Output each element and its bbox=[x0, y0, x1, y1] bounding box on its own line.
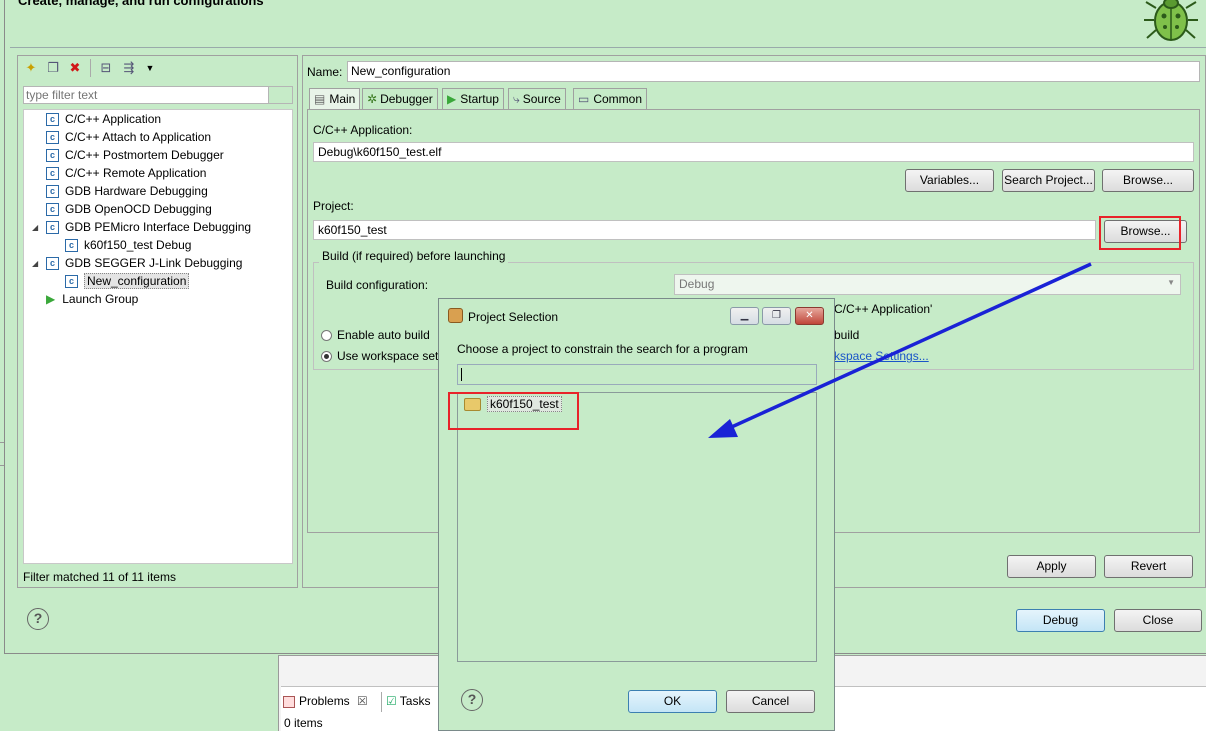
build-group-legend: Build (if required) before launching bbox=[319, 249, 509, 263]
radio-selected-icon bbox=[321, 351, 332, 363]
variables-button[interactable]: Variables... bbox=[905, 169, 994, 192]
tab-problems[interactable]: Problems ☒ bbox=[283, 694, 368, 708]
application-input[interactable]: Debug\k60f150_test.elf bbox=[313, 142, 1194, 162]
c-config-icon: c bbox=[46, 257, 59, 271]
problems-icon bbox=[283, 695, 295, 708]
help-icon[interactable]: ? bbox=[461, 689, 483, 711]
browse-application-button[interactable]: Browse... bbox=[1102, 169, 1194, 192]
c-config-icon: c bbox=[46, 185, 59, 199]
radio-icon bbox=[321, 330, 332, 342]
main-tab-icon: ▤ bbox=[314, 92, 326, 106]
c-config-icon: c bbox=[46, 221, 59, 235]
c-config-icon: c bbox=[65, 275, 78, 289]
delete-icon[interactable]: ✖ bbox=[67, 60, 83, 76]
c-config-icon: c bbox=[46, 167, 59, 181]
tab-common[interactable]: ▭ Common bbox=[573, 88, 648, 110]
tree-item[interactable]: c GDB Hardware Debugging bbox=[46, 182, 208, 200]
expand-arrow-icon[interactable]: ◢ bbox=[32, 223, 38, 232]
tab-source[interactable]: ⤷ Source bbox=[508, 88, 566, 110]
debug-bug-icon bbox=[1144, 0, 1198, 41]
filter-input-clear-area bbox=[269, 86, 293, 104]
c-config-icon: c bbox=[46, 149, 59, 163]
search-project-button[interactable]: Search Project... bbox=[1002, 169, 1095, 192]
name-input[interactable]: New_configuration bbox=[347, 61, 1200, 82]
debug-button[interactable]: Debug bbox=[1016, 609, 1105, 632]
tab-startup[interactable]: ▶ Startup bbox=[442, 88, 504, 110]
enable-auto-build-radio[interactable]: Enable auto build bbox=[321, 328, 430, 342]
tree-item[interactable]: c C/C++ Postmortem Debugger bbox=[46, 146, 224, 164]
collapse-all-icon[interactable]: ⊟ bbox=[98, 60, 114, 76]
source-tab-icon: ⤷ bbox=[513, 92, 520, 106]
tree-item[interactable]: c C/C++ Remote Application bbox=[46, 164, 206, 182]
revert-button[interactable]: Revert bbox=[1104, 555, 1193, 578]
tab-main[interactable]: ▤ Main bbox=[309, 88, 361, 110]
launch-group-icon: ▶ bbox=[46, 292, 56, 306]
duplicate-icon[interactable]: ❐ bbox=[45, 60, 61, 76]
build-config-label: Build configuration: bbox=[326, 278, 429, 292]
filter-icon[interactable]: ⇶ bbox=[121, 60, 137, 76]
tree-item[interactable]: ▶ Launch Group bbox=[46, 290, 138, 308]
project-dialog-title: Project Selection bbox=[468, 310, 559, 324]
chevron-down-icon[interactable]: ▼ bbox=[142, 60, 158, 76]
tab-separator bbox=[381, 692, 382, 712]
dialog-header-title: Create, manage, and run configurations bbox=[18, 0, 264, 8]
ok-button[interactable]: OK bbox=[628, 690, 717, 713]
close-icon[interactable]: ☒ bbox=[357, 694, 368, 708]
header-separator bbox=[10, 47, 1206, 48]
close-button[interactable]: Close bbox=[1114, 609, 1202, 632]
annotation-arrow bbox=[708, 262, 1092, 438]
project-input[interactable]: k60f150_test bbox=[313, 220, 1096, 240]
name-label: Name: bbox=[307, 65, 343, 79]
items-count: 0 items bbox=[284, 716, 323, 730]
toolbar-separator bbox=[90, 59, 91, 77]
cancel-button[interactable]: Cancel bbox=[726, 690, 815, 713]
expand-arrow-icon[interactable]: ◢ bbox=[32, 259, 38, 268]
text-cursor bbox=[461, 368, 462, 381]
c-config-icon: c bbox=[65, 239, 78, 253]
c-config-icon: c bbox=[46, 203, 59, 217]
use-workspace-radio[interactable]: Use workspace sett bbox=[321, 349, 442, 363]
tree-item[interactable]: c C/C++ Application bbox=[46, 110, 161, 128]
tab-tasks[interactable]: ☑ Tasks bbox=[386, 694, 430, 708]
chevron-down-icon: ▼ bbox=[1167, 278, 1175, 287]
new-config-icon[interactable]: ✦ bbox=[23, 60, 39, 76]
annotation-highlight bbox=[1099, 216, 1181, 250]
project-selection-icon bbox=[448, 308, 463, 323]
debugger-tab-icon: ✲ bbox=[367, 92, 378, 106]
c-config-icon: c bbox=[46, 131, 59, 145]
startup-tab-icon: ▶ bbox=[447, 92, 457, 106]
annotation-highlight bbox=[448, 392, 579, 430]
project-label: Project: bbox=[313, 199, 354, 213]
tree-item[interactable]: c k60f150_test Debug bbox=[65, 236, 191, 254]
application-label: C/C++ Application: bbox=[313, 123, 413, 137]
tree-item[interactable]: c GDB OpenOCD Debugging bbox=[46, 200, 212, 218]
tasks-icon: ☑ bbox=[386, 694, 397, 708]
tree-item[interactable]: c GDB SEGGER J-Link Debugging bbox=[46, 254, 242, 272]
common-tab-icon: ▭ bbox=[578, 92, 590, 106]
tree-item[interactable]: c C/C++ Attach to Application bbox=[46, 128, 211, 146]
help-icon[interactable]: ? bbox=[27, 608, 49, 630]
apply-button[interactable]: Apply bbox=[1007, 555, 1096, 578]
filter-status: Filter matched 11 of 11 items bbox=[23, 570, 176, 584]
tab-debugger[interactable]: ✲ Debugger bbox=[362, 88, 438, 110]
tree-item-selected[interactable]: c New_configuration bbox=[65, 272, 190, 290]
c-config-icon: c bbox=[46, 113, 59, 127]
filter-input[interactable] bbox=[23, 86, 269, 104]
tree-item[interactable]: c GDB PEMicro Interface Debugging bbox=[46, 218, 251, 236]
